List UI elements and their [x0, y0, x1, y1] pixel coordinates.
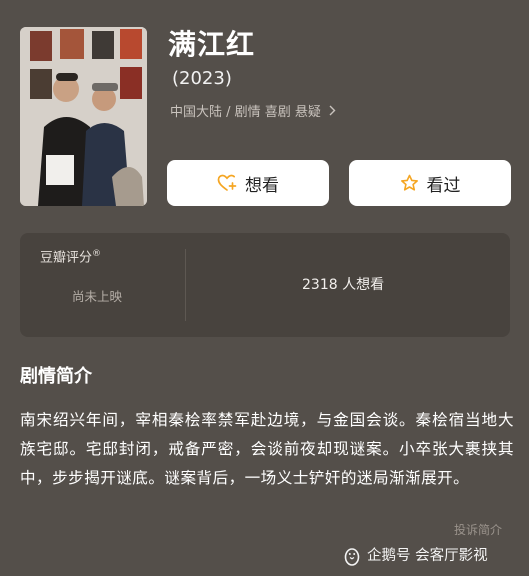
penguin-icon [343, 546, 361, 566]
watched-label: 看过 [426, 175, 461, 196]
star-outline-icon [400, 174, 419, 192]
want-to-watch-label: 想看 [245, 175, 279, 196]
movie-year: (2023) [172, 68, 232, 89]
rating-divider [185, 249, 186, 321]
rating-card: 豆瓣评分® 尚未上映 2318 人想看 [20, 233, 510, 337]
movie-poster[interactable] [20, 27, 147, 206]
heart-plus-icon [217, 174, 237, 192]
douban-rating-label: 豆瓣评分® [40, 244, 101, 268]
rating-status: 尚未上映 [72, 289, 123, 304]
movie-title: 满江红 [168, 28, 256, 61]
complain-link[interactable]: 投诉简介 [454, 521, 502, 539]
watermark: 企鹅号 会客厅影视 [343, 545, 488, 567]
watermark-text: 企鹅号 会客厅影视 [367, 548, 488, 564]
poster-photo [20, 27, 147, 206]
chevron-right-icon [329, 105, 336, 120]
want-to-watch-button[interactable]: 想看 [167, 160, 329, 206]
synopsis-heading: 剧情简介 [20, 366, 92, 387]
rating-label-text: 豆瓣评分 [40, 250, 93, 266]
synopsis-text: 南宋绍兴年间，宰相秦桧率禁军赴边境，与金国会谈。秦桧宿当地大族宅邸。宅邸封闭，戒… [20, 411, 514, 487]
movie-meta-text: 中国大陆 / 剧情 喜剧 悬疑 [170, 105, 321, 120]
movie-meta-link[interactable]: 中国大陆 / 剧情 喜剧 悬疑 [170, 103, 336, 123]
want-count[interactable]: 2318 人想看 [302, 275, 384, 295]
registered-mark: ® [92, 249, 102, 259]
watched-button[interactable]: 看过 [349, 160, 511, 206]
